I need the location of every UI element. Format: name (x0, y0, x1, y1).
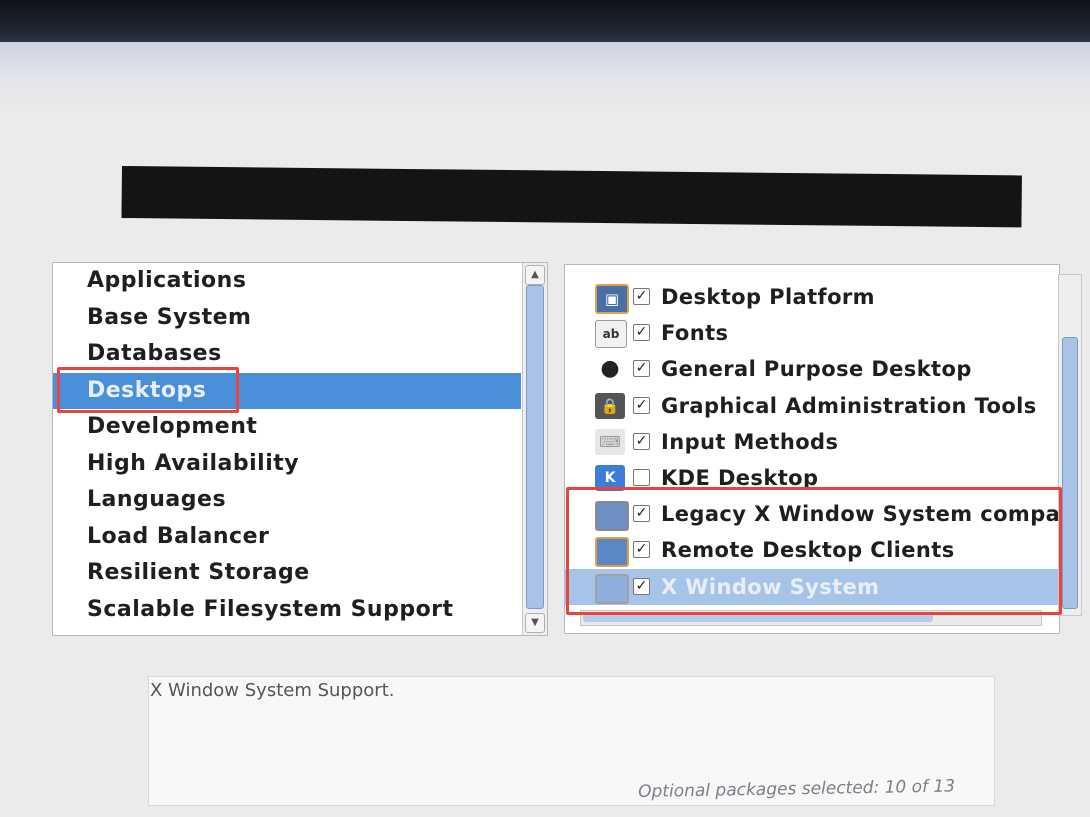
highlight-box-desktops (57, 367, 239, 413)
category-list: Applications Base System Databases Deskt… (53, 263, 521, 628)
category-item-languages[interactable]: Languages (53, 482, 521, 519)
package-checkbox[interactable]: ✓ (633, 432, 650, 450)
redacted-title-bar (121, 166, 1022, 228)
desktop-platform-icon: ▣ (595, 284, 629, 314)
highlight-box-x-packages (566, 487, 1062, 615)
input-methods-icon: ⌨ (595, 428, 625, 455)
package-checkbox[interactable]: ✓ (633, 324, 650, 342)
top-gradient (0, 42, 1090, 112)
package-label: Graphical Administration Tools (661, 393, 1037, 418)
package-label: General Purpose Desktop (661, 357, 972, 382)
category-item-resilient-storage[interactable]: Resilient Storage (53, 555, 521, 592)
scroll-up-button[interactable]: ▲ (525, 265, 545, 285)
scroll-down-button[interactable]: ▼ (525, 613, 545, 633)
package-row-input-methods[interactable]: ⌨ ✓ Input Methods (565, 424, 1059, 460)
package-checkbox[interactable]: ✓ (633, 360, 650, 378)
category-scroll-thumb[interactable] (526, 285, 544, 609)
category-item-scalable-filesystem[interactable]: Scalable Filesystem Support (53, 592, 521, 629)
category-scrollbar[interactable]: ▲ ▼ (522, 263, 547, 635)
category-list-pane: Applications Base System Databases Deskt… (52, 262, 548, 636)
package-scroll-thumb[interactable] (1062, 337, 1078, 609)
category-item-development[interactable]: Development (53, 409, 521, 446)
admin-lock-icon: 🔒 (595, 392, 625, 419)
package-row-desktop-platform[interactable]: ▣ ✓ Desktop Platform (565, 279, 1059, 315)
package-checkbox[interactable] (633, 468, 650, 486)
category-item-base-system[interactable]: Base System (53, 300, 521, 337)
package-label: Input Methods (661, 429, 839, 454)
package-row-fonts[interactable]: ab ✓ Fonts (565, 315, 1059, 351)
top-dark-bar (0, 0, 1090, 42)
package-checkbox[interactable]: ✓ (633, 288, 650, 305)
package-label: Desktop Platform (661, 285, 875, 309)
fonts-icon: ab (595, 320, 627, 349)
package-label: Fonts (661, 321, 729, 346)
category-item-applications[interactable]: Applications (53, 263, 521, 300)
package-row-general-purpose-desktop[interactable]: ● ✓ General Purpose Desktop (565, 351, 1059, 387)
package-description: X Window System Support. (150, 680, 395, 701)
package-row-partial (565, 265, 1059, 279)
package-checkbox[interactable]: ✓ (633, 396, 650, 414)
gnome-foot-icon: ● (600, 356, 620, 382)
category-item-high-availability[interactable]: High Availability (53, 446, 521, 483)
category-item-load-balancer[interactable]: Load Balancer (53, 519, 521, 556)
package-row-graphical-admin-tools[interactable]: 🔒 ✓ Graphical Administration Tools (565, 388, 1059, 424)
